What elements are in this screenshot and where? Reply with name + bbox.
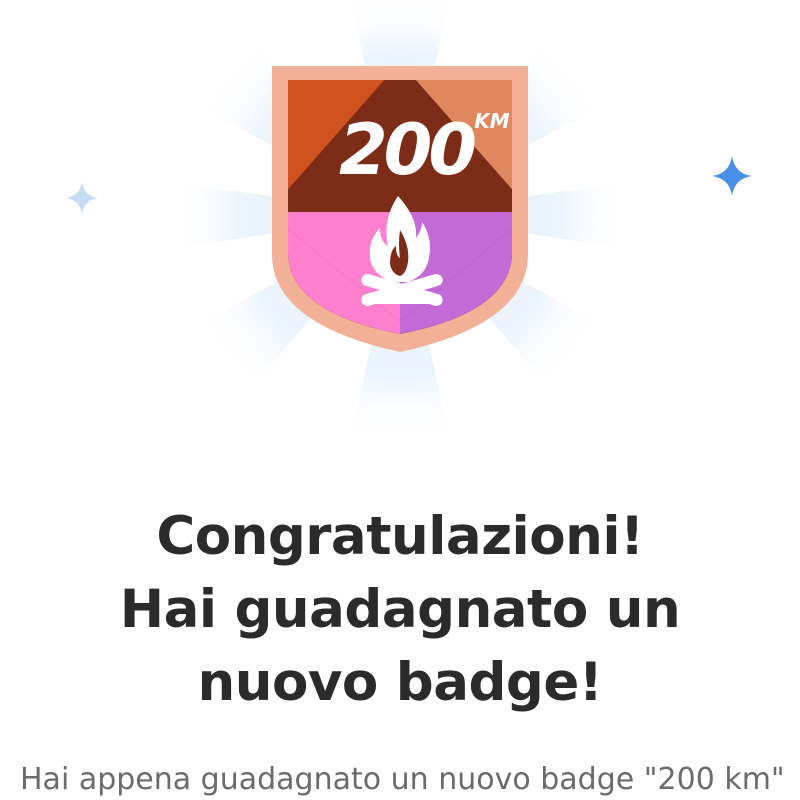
sparkle-right-shape: [712, 156, 752, 196]
sparkle-icon-right: [712, 156, 752, 196]
badge-description: Hai appena guadagnato un nuovo badge "20…: [20, 762, 785, 797]
badge-earned-screen: 200 KM Congratulazioni! Hai guadagnato u…: [0, 0, 800, 800]
heading-line-1: Congratulazioni!: [156, 506, 644, 567]
sparkle-left-shape: [66, 182, 98, 214]
badge-200km: 200 KM: [268, 62, 532, 356]
badge-shield: 200 KM: [272, 66, 528, 352]
badge-value: 200: [339, 109, 475, 191]
heading-line-2: Hai guadagnato un: [119, 579, 681, 640]
heading-line-3: nuovo badge!: [197, 652, 603, 713]
badge-unit: KM: [474, 109, 509, 133]
congratulations-heading: Congratulazioni! Hai guadagnato un nuovo…: [40, 500, 760, 719]
sparkle-icon-left: [66, 182, 98, 214]
